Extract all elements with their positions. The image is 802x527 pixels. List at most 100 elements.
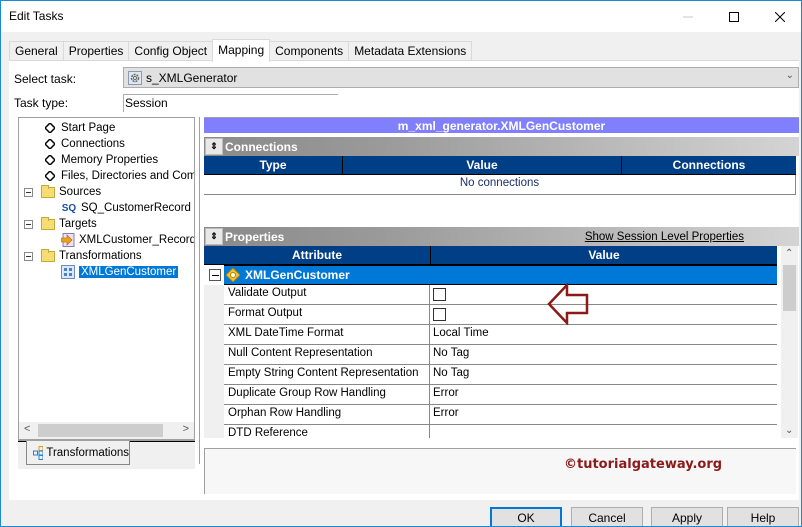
diamond-icon xyxy=(43,121,57,135)
target-icon xyxy=(61,233,75,247)
attribute-cell: Validate Output xyxy=(224,285,430,304)
properties-grid-header: Attribute Value xyxy=(204,246,777,265)
close-button[interactable] xyxy=(757,1,802,32)
xml-generator-icon xyxy=(61,265,75,279)
value-cell[interactable]: Error xyxy=(430,385,777,404)
tab-config-object[interactable]: Config Object xyxy=(128,41,214,61)
tab-mapping[interactable]: Mapping xyxy=(212,39,271,62)
property-row: Validate Output xyxy=(224,285,777,305)
tree-item-label: Targets xyxy=(59,218,97,230)
value-cell[interactable] xyxy=(430,425,777,438)
column-header-connections[interactable]: Connections xyxy=(622,156,796,174)
title-bar: Edit Tasks xyxy=(1,1,801,32)
property-row: Empty String Content Representation No T… xyxy=(224,365,777,385)
tree-item-start-page[interactable]: Start Page xyxy=(43,120,115,136)
task-type-field: Session xyxy=(123,94,338,112)
property-row: XML DateTime Format Local Time xyxy=(224,325,777,345)
column-header-value[interactable]: Value xyxy=(431,246,777,264)
tab-metadata-extensions[interactable]: Metadata Extensions xyxy=(348,41,473,61)
tree-item-connections[interactable]: Connections xyxy=(43,136,125,152)
transformations-icon xyxy=(33,445,44,460)
tab-general[interactable]: General xyxy=(9,41,64,61)
group-collapse-button[interactable] xyxy=(209,269,221,281)
tree-item-transformations[interactable]: Transformations xyxy=(41,248,142,264)
tree-item-sources[interactable]: Sources xyxy=(41,184,101,200)
minimize-button[interactable] xyxy=(665,1,711,32)
scroll-down-icon[interactable]: ⌄ xyxy=(785,425,793,436)
cancel-button[interactable]: Cancel xyxy=(571,507,643,527)
tree-item-sq-customerrecord[interactable]: SQ SQ_CustomerRecord xyxy=(61,200,191,216)
transformations-expander[interactable] xyxy=(24,252,33,261)
ok-button[interactable]: OK xyxy=(490,507,562,527)
value-cell xyxy=(430,285,777,304)
scrollbar-thumb[interactable] xyxy=(38,424,163,437)
folder-icon xyxy=(41,184,55,199)
property-row: Orphan Row Handling Error xyxy=(224,405,777,425)
tab-components[interactable]: Components xyxy=(269,41,350,61)
tree-item-label: SQ_CustomerRecord xyxy=(81,202,191,214)
tab-properties[interactable]: Properties xyxy=(62,41,130,61)
tree-item-files-directories-commands[interactable]: Files, Directories and Commands xyxy=(43,168,194,184)
format-output-checkbox[interactable] xyxy=(433,308,446,321)
collapse-section-icon[interactable]: ⇕ xyxy=(205,228,223,245)
targets-expander[interactable] xyxy=(24,220,33,229)
mapping-instance-header: m_xml_generator.XMLGenCustomer xyxy=(204,117,799,133)
maximize-button[interactable] xyxy=(711,1,757,32)
task-type-label: Task type: xyxy=(14,96,69,110)
attribute-cell: Empty String Content Representation xyxy=(224,365,430,384)
attribute-cell: XML DateTime Format xyxy=(224,325,430,344)
value-cell[interactable]: No Tag xyxy=(430,365,777,384)
splitter[interactable] xyxy=(199,117,201,464)
diamond-icon xyxy=(43,153,57,167)
attribute-cell: Orphan Row Handling xyxy=(224,405,430,424)
diamond-icon xyxy=(43,169,57,183)
collapse-section-icon[interactable]: ⇕ xyxy=(205,138,223,155)
scroll-right-icon[interactable]: > xyxy=(183,423,189,435)
column-header-type[interactable]: Type xyxy=(204,156,343,174)
tree-item-label: Transformations xyxy=(59,250,142,262)
connections-empty-text: No connections xyxy=(204,175,796,195)
source-qualifier-icon: SQ xyxy=(61,202,77,214)
tree-item-memory-properties[interactable]: Memory Properties xyxy=(43,152,158,168)
tree-item-targets[interactable]: Targets xyxy=(41,216,97,232)
scrollbar-thumb[interactable] xyxy=(783,265,796,311)
watermark-text: ©tutorialgateway.org xyxy=(564,457,723,472)
column-header-attribute[interactable]: Attribute xyxy=(204,246,431,264)
folder-icon xyxy=(41,248,55,263)
value-cell[interactable]: Local Time xyxy=(430,325,777,344)
left-arrow-annotation-icon xyxy=(547,283,589,325)
tab-transformations-navigator[interactable]: Transformations xyxy=(26,441,130,465)
attribute-cell: DTD Reference xyxy=(224,425,430,438)
attribute-cell: Null Content Representation xyxy=(224,345,430,364)
diamond-icon xyxy=(43,137,57,151)
properties-vertical-scrollbar[interactable]: ⌃ ⌄ xyxy=(781,246,798,438)
select-task-value: s_XMLGenerator xyxy=(146,70,238,85)
property-row: Duplicate Group Row Handling Error xyxy=(224,385,777,405)
tree-item-label: XMLGenCustomer xyxy=(79,266,179,278)
select-task-dropdown[interactable]: s_XMLGenerator ⌄ xyxy=(123,67,799,88)
tree-horizontal-scrollbar[interactable]: < > xyxy=(18,422,195,440)
property-row: Null Content Representation No Tag xyxy=(224,345,777,365)
tree-item-xmlcustomer-records[interactable]: XMLCustomer_Records xyxy=(61,232,194,248)
help-button[interactable]: Help xyxy=(727,507,799,527)
close-icon xyxy=(775,11,785,22)
tree-item-label: Memory Properties xyxy=(61,154,159,166)
show-session-level-properties-link[interactable]: Show Session Level Properties xyxy=(585,231,744,243)
row-gutter xyxy=(204,285,224,438)
tree-item-label: Start Page xyxy=(61,122,116,134)
tab-strip: General Properties Config Object Mapping… xyxy=(9,39,473,62)
apply-button[interactable]: Apply xyxy=(651,507,723,527)
group-label: XMLGenCustomer xyxy=(245,268,350,282)
value-cell[interactable]: No Tag xyxy=(430,345,777,364)
scroll-up-icon[interactable]: ⌃ xyxy=(785,248,793,259)
sources-expander[interactable] xyxy=(24,188,33,197)
scroll-left-icon[interactable]: < xyxy=(24,423,30,435)
tree-item-label: Connections xyxy=(61,138,125,150)
property-group-row[interactable]: XMLGenCustomer xyxy=(224,265,777,285)
column-header-value[interactable]: Value xyxy=(343,156,622,174)
value-cell[interactable]: Error xyxy=(430,405,777,424)
tree-item-xmlgencustomer[interactable]: XMLGenCustomer xyxy=(61,264,179,280)
validate-output-checkbox[interactable] xyxy=(433,288,446,301)
connections-grid-header: Type Value Connections xyxy=(204,156,796,175)
navigator-tabstrip: Transformations xyxy=(18,441,195,469)
